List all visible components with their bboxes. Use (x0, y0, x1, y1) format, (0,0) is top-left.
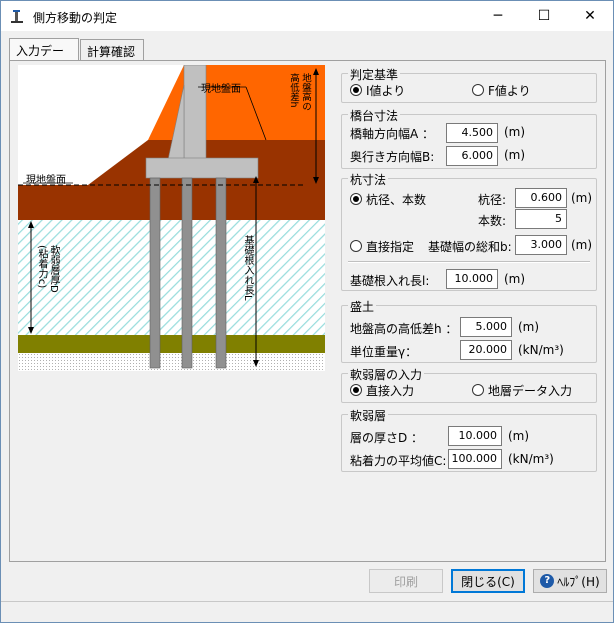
dialog-window: 側方移動の判定 ─ ☐ ✕ 入力データ 計算確認 (0, 0, 614, 623)
maximize-button[interactable]: ☐ (521, 1, 567, 31)
pile-title: 杭寸法 (348, 171, 389, 188)
close-window-button[interactable]: ✕ (567, 1, 613, 31)
pile-dia-input[interactable]: 0.600 (515, 188, 567, 208)
soft-input-group: 軟弱層の入力 直接入力 地層データ入力 (341, 366, 597, 403)
soft-thickness-input[interactable]: 10.000 (448, 426, 502, 446)
radio-pile-dia[interactable] (350, 193, 362, 205)
label-ground-left: 現地盤面 (26, 175, 66, 186)
radio-f-value[interactable] (472, 84, 484, 96)
close-icon: ✕ (584, 8, 596, 24)
radio-i-value-label[interactable]: I値より (366, 82, 405, 99)
app-icon (9, 8, 25, 24)
fill-weight-unit: (kN/m³) (518, 343, 564, 357)
bearing-layer (18, 353, 325, 371)
criteria-group: 判定基準 I値より F値より (341, 66, 597, 103)
abutment-depth-input[interactable]: 6.000 (446, 146, 498, 166)
radio-pile-dia-label[interactable]: 杭径、本数 (366, 191, 426, 208)
soft-thickness-unit: (m) (508, 429, 530, 443)
criteria-title: 判定基準 (348, 66, 401, 83)
abutment-width-unit: (m) (504, 125, 526, 139)
fill-height-label: 地盤高の高低差h ： (350, 322, 458, 336)
side-movement-diagram: 現地盤面 現地盤面 地盤高の 高低差h 基礎根入れ長L 軟弱層厚D (粘着力c) (18, 65, 325, 371)
abutment-footing (145, 157, 259, 179)
tab-calc-check[interactable]: 計算確認 (80, 39, 144, 60)
total-width-label: 基礎幅の総和b: (428, 240, 512, 254)
radio-i-value[interactable] (350, 84, 362, 96)
label-soft-layer: 軟弱層厚D (粘着力c) (36, 245, 59, 293)
tab-input-data[interactable]: 入力データ (9, 38, 79, 75)
fill-height-unit: (m) (518, 320, 540, 334)
window-title: 側方移動の判定 (33, 11, 118, 25)
fill-weight-label: 単位重量γ： (350, 345, 418, 359)
abutment-depth-label: 奥行き方向幅B: (350, 150, 435, 164)
help-button-label: ﾍﾙﾌﾟ(H) (557, 574, 600, 589)
help-button[interactable]: ? ﾍﾙﾌﾟ(H) (533, 569, 607, 593)
radio-pile-direct-label[interactable]: 直接指定 (366, 238, 414, 255)
radio-pile-direct[interactable] (350, 240, 362, 252)
close-button[interactable]: 閉じる(C) (451, 569, 525, 593)
help-icon: ? (540, 574, 555, 588)
radio-direct-input-label[interactable]: 直接入力 (366, 382, 414, 399)
pile-separator (348, 261, 590, 263)
fill-weight-input[interactable]: 20.000 (460, 340, 512, 360)
pile-group: 杭寸法 杭径、本数 杭径: 0.600 (m) 本数: 5 直接指定 基礎幅の総… (341, 171, 597, 291)
pile-dia-label: 杭径: (478, 193, 507, 207)
abutment-group: 橋台寸法 橋軸方向幅A ： 4.500 (m) 奥行き方向幅B: 6.000 (… (341, 107, 597, 169)
radio-direct-input[interactable] (350, 384, 362, 396)
fill-group: 盛土 地盤高の高低差h ： 5.000 (m) 単位重量γ： 20.000 (k… (341, 298, 597, 363)
abutment-depth-unit: (m) (504, 148, 526, 162)
clay-layer (18, 335, 325, 353)
cohesion-label: 粘着力の平均値C: (350, 454, 447, 468)
soft-layer-title: 軟弱層 (348, 407, 389, 424)
abutment-width-label: 橋軸方向幅A ： (350, 127, 435, 141)
fill-height-input[interactable]: 5.000 (460, 317, 512, 337)
minimize-icon: ─ (493, 8, 503, 24)
pile-count-label: 本数: (478, 214, 507, 228)
label-ground-top: 現地盤面 (201, 84, 241, 95)
ground-layer (18, 185, 325, 220)
minimize-button[interactable]: ─ (475, 1, 521, 31)
embed-length-label: 基礎根入れ長l: (350, 274, 430, 288)
total-width-unit: (m) (571, 238, 593, 252)
pile-left (149, 177, 161, 369)
status-bar (1, 601, 613, 622)
abutment-width-input[interactable]: 4.500 (446, 123, 498, 143)
pile-count-input[interactable]: 5 (515, 209, 567, 229)
fill-title: 盛土 (348, 298, 377, 315)
soft-input-title: 軟弱層の入力 (348, 366, 425, 383)
print-button[interactable]: 印刷 (369, 569, 443, 593)
radio-layer-data-label[interactable]: 地層データ入力 (488, 382, 572, 399)
maximize-icon: ☐ (537, 8, 551, 24)
embed-length-unit: (m) (504, 272, 526, 286)
label-height-diff: 地盤高の 高低差h (288, 73, 311, 111)
diagram-svg (18, 65, 325, 371)
title-bar[interactable]: 側方移動の判定 ─ ☐ ✕ (1, 1, 613, 31)
radio-layer-data[interactable] (472, 384, 484, 396)
soft-layer-group: 軟弱層 層の厚さD ： 10.000 (m) 粘着力の平均値C: 100.000… (341, 407, 597, 472)
radio-f-value-label[interactable]: F値より (488, 82, 531, 99)
pile-dia-unit: (m) (571, 191, 593, 205)
cohesion-input[interactable]: 100.000 (448, 449, 502, 469)
embed-length-input[interactable]: 10.000 (446, 269, 498, 289)
pile-center (181, 177, 193, 369)
print-button-label: 印刷 (393, 574, 418, 589)
cohesion-unit: (kN/m³) (508, 452, 554, 466)
close-button-label: 閉じる(C) (461, 574, 515, 589)
soft-thickness-label: 層の厚さD ： (350, 431, 424, 445)
pile-right (215, 177, 227, 369)
total-width-input[interactable]: 3.000 (515, 235, 567, 255)
label-embed-length: 基礎根入れ長L (242, 235, 253, 301)
soft-layer (18, 220, 325, 335)
abutment-title: 橋台寸法 (348, 107, 401, 124)
